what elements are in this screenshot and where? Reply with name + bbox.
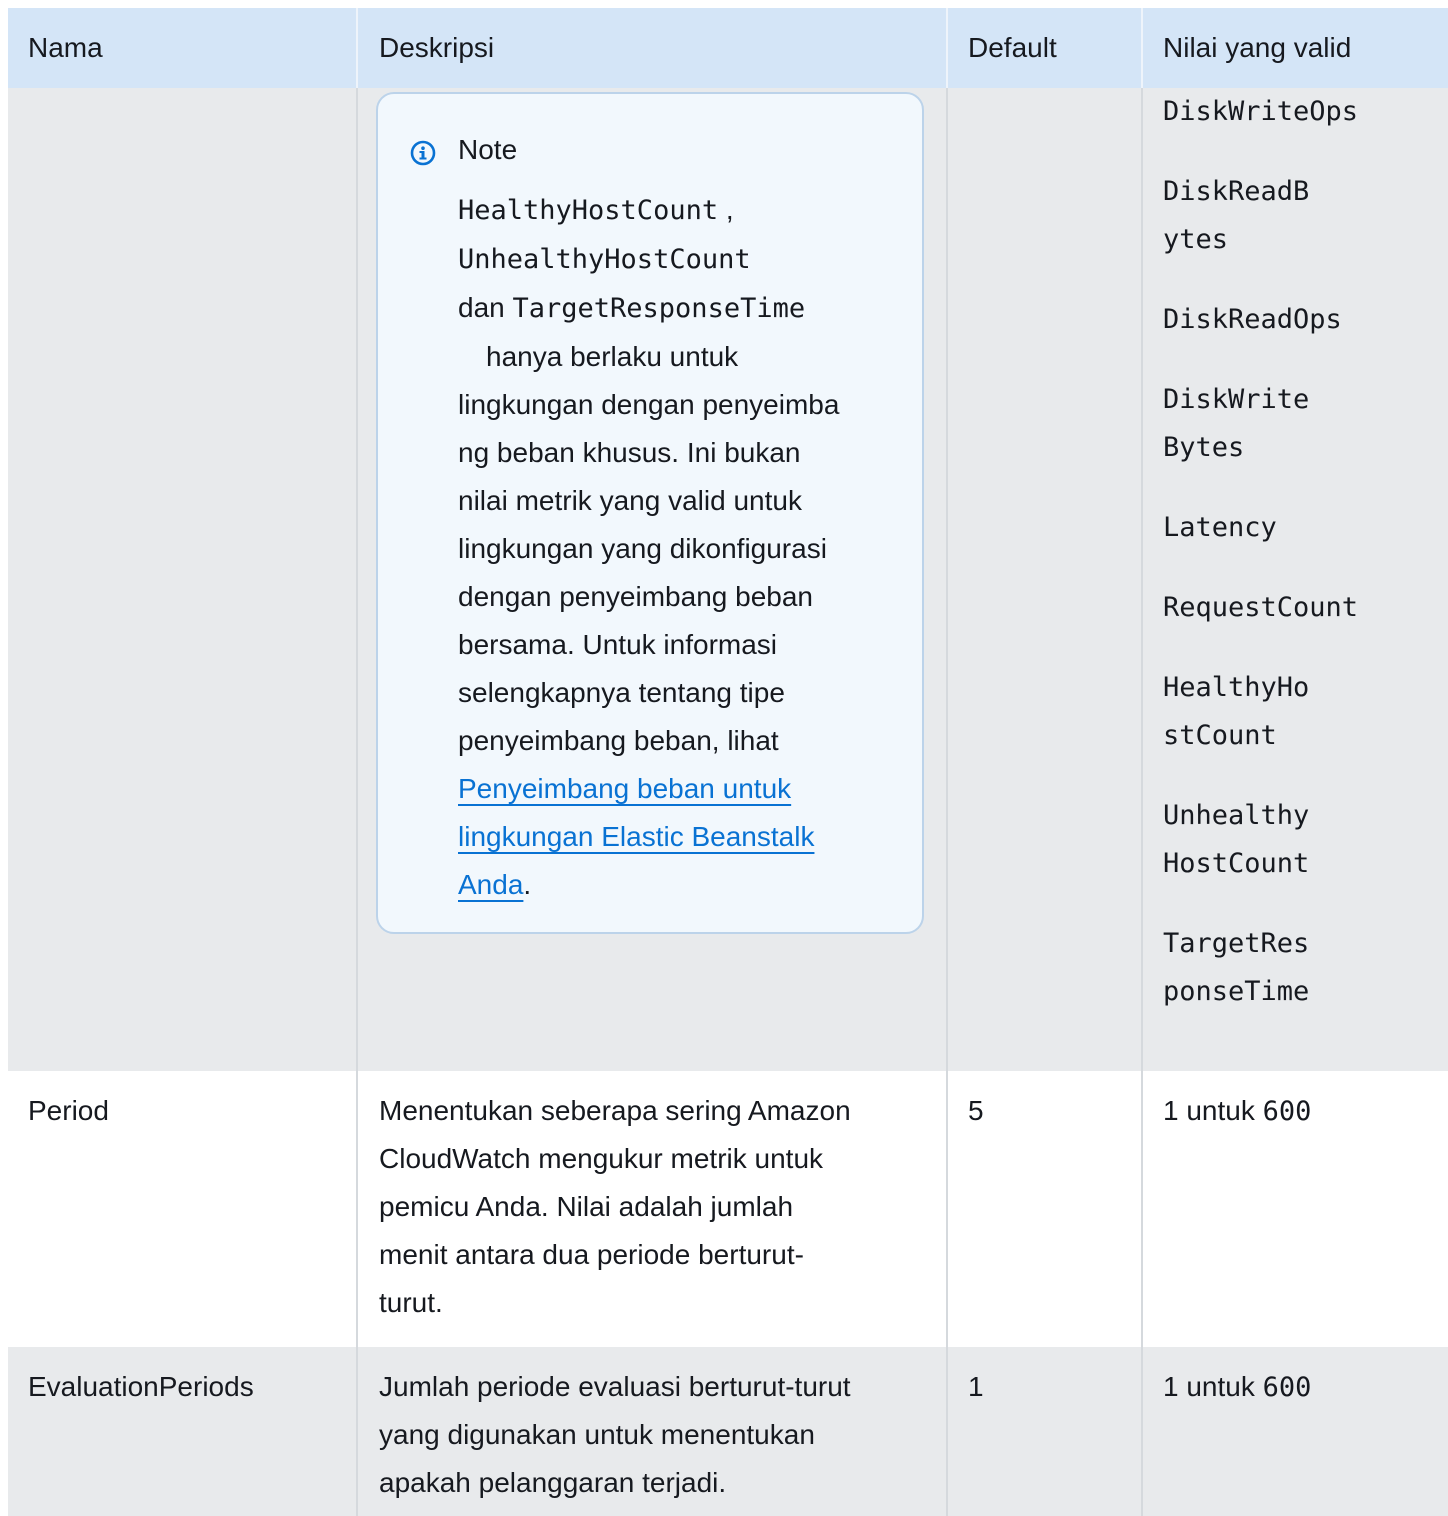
table-row: Note HealthyHostCount , UnhealthyHostCou… [8,88,1448,1071]
column-header-name: Nama [28,32,103,63]
description-line: turut. [379,1287,443,1318]
description-line: apakah pelanggaran terjadi. [379,1467,727,1498]
note-text-dan: dan [458,292,513,323]
note-line: hanya berlaku untuk [486,341,739,372]
note-line: nilai metrik yang valid untuk [458,485,802,516]
row-valid-values: 1 untuk 600 [1163,1087,1311,1136]
note-body: HealthyHostCount , UnhealthyHostCount da… [458,186,908,909]
column-divider [946,88,948,1516]
note-line: selengkapnya tentang tipe [458,677,785,708]
table-row: EvaluationPeriods Jumlah periode evaluas… [8,1347,1448,1516]
note-line: lingkungan dengan penyeimba [458,389,840,420]
description-line: pemicu Anda. Nilai adalah jumlah [379,1191,794,1222]
valid-value: TargetRes [1163,928,1310,959]
list-item: DiskReadB ytes [1163,168,1358,264]
description-line: Menentukan seberapa sering Amazon [379,1095,851,1126]
note-separator: , [718,194,734,225]
column-header-default: Default [968,32,1057,63]
column-divider [1141,88,1143,1516]
note-code-healthy-host-count: HealthyHostCount [458,195,719,226]
info-icon [410,140,436,166]
list-item: DiskWriteOps [1163,88,1358,136]
valid-value: Unhealthy [1163,800,1310,831]
valid-value: DiskReadB [1163,176,1310,207]
list-item: TargetRes ponseTime [1163,920,1358,1016]
list-item: DiskWrite Bytes [1163,376,1358,472]
valid-value: ytes [1163,224,1229,255]
valid-value: stCount [1163,720,1277,751]
valid-code: 600 [1262,1372,1312,1403]
load-balancer-link[interactable]: lingkungan Elastic Beanstalk [458,821,814,852]
valid-value: Bytes [1163,432,1245,463]
column-header-description: Deskripsi [379,32,495,63]
valid-value: Latency [1163,512,1277,543]
note-line: penyeimbang beban, lihat [458,725,779,756]
list-item: Unhealthy HostCount [1163,792,1358,888]
valid-prefix: 1 untuk [1163,1095,1263,1126]
valid-value: HostCount [1163,848,1310,879]
note-code-target-response-time: TargetResponseTime [512,293,806,324]
note-box: Note HealthyHostCount , UnhealthyHostCou… [376,92,924,934]
valid-value: DiskWrite [1163,384,1310,415]
valid-value: DiskWriteOps [1163,96,1359,127]
valid-value: HealthyHo [1163,672,1310,703]
note-title: Note [458,134,518,165]
column-divider [356,8,358,88]
table-row: Period Menentukan seberapa sering Amazon… [8,1071,1448,1347]
valid-values-list: DiskWriteOps DiskReadB ytes DiskReadOps … [1163,88,1358,1016]
note-link-suffix: . [523,869,532,900]
list-item: DiskReadOps [1163,296,1358,344]
valid-value: ponseTime [1163,976,1310,1007]
note-line: bersama. Untuk informasi [458,629,778,660]
note-line: dengan penyeimbang beban [458,581,813,612]
row-default: 1 [968,1371,984,1402]
note-line: ng beban khusus. Ini bukan [458,437,801,468]
valid-code: 600 [1262,1096,1312,1127]
valid-value: DiskReadOps [1163,304,1342,335]
valid-prefix: 1 untuk [1163,1371,1263,1402]
load-balancer-link[interactable]: Penyeimbang beban untuk [458,773,791,804]
load-balancer-link[interactable]: Anda [458,869,523,900]
column-divider [356,88,358,1516]
row-valid-values: 1 untuk 600 [1163,1363,1311,1412]
row-name: EvaluationPeriods [28,1371,254,1402]
note-code-unhealthy-host-count: UnhealthyHostCount [458,244,751,275]
column-divider [946,8,948,88]
table-header: Nama Deskripsi Default Nilai yang valid [8,8,1448,88]
description-line: menit antara dua periode berturut- [379,1239,804,1270]
description-line: CloudWatch mengukur metrik untuk [379,1143,824,1174]
parameters-table: Nama Deskripsi Default Nilai yang valid … [8,8,1448,1516]
row-default: 5 [968,1095,984,1126]
list-item: Latency [1163,504,1358,552]
row-description: Jumlah periode evaluasi berturut-turut y… [379,1363,851,1507]
valid-value: RequestCount [1163,592,1359,623]
row-description: Menentukan seberapa sering Amazon CloudW… [379,1087,851,1327]
row-name: Period [28,1095,109,1126]
column-header-valid-values: Nilai yang valid [1163,32,1352,63]
list-item: HealthyHo stCount [1163,664,1358,760]
note-line: lingkungan yang dikonfigurasi [458,533,827,564]
description-line: Jumlah periode evaluasi berturut-turut [379,1371,851,1402]
column-divider [1141,8,1143,88]
list-item: RequestCount [1163,584,1358,632]
description-line: yang digunakan untuk menentukan [379,1419,815,1450]
